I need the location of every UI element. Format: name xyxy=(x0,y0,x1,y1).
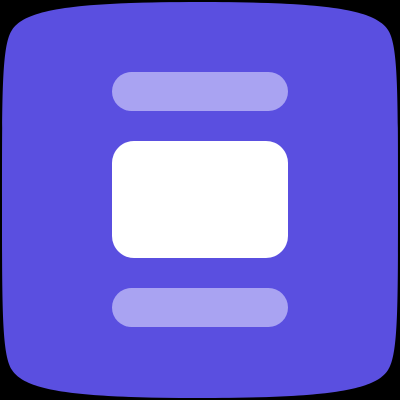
center-card-shape xyxy=(112,141,288,258)
app-icon[interactable] xyxy=(0,0,400,400)
top-bar-shape xyxy=(112,72,288,111)
bottom-bar-shape xyxy=(112,288,288,327)
